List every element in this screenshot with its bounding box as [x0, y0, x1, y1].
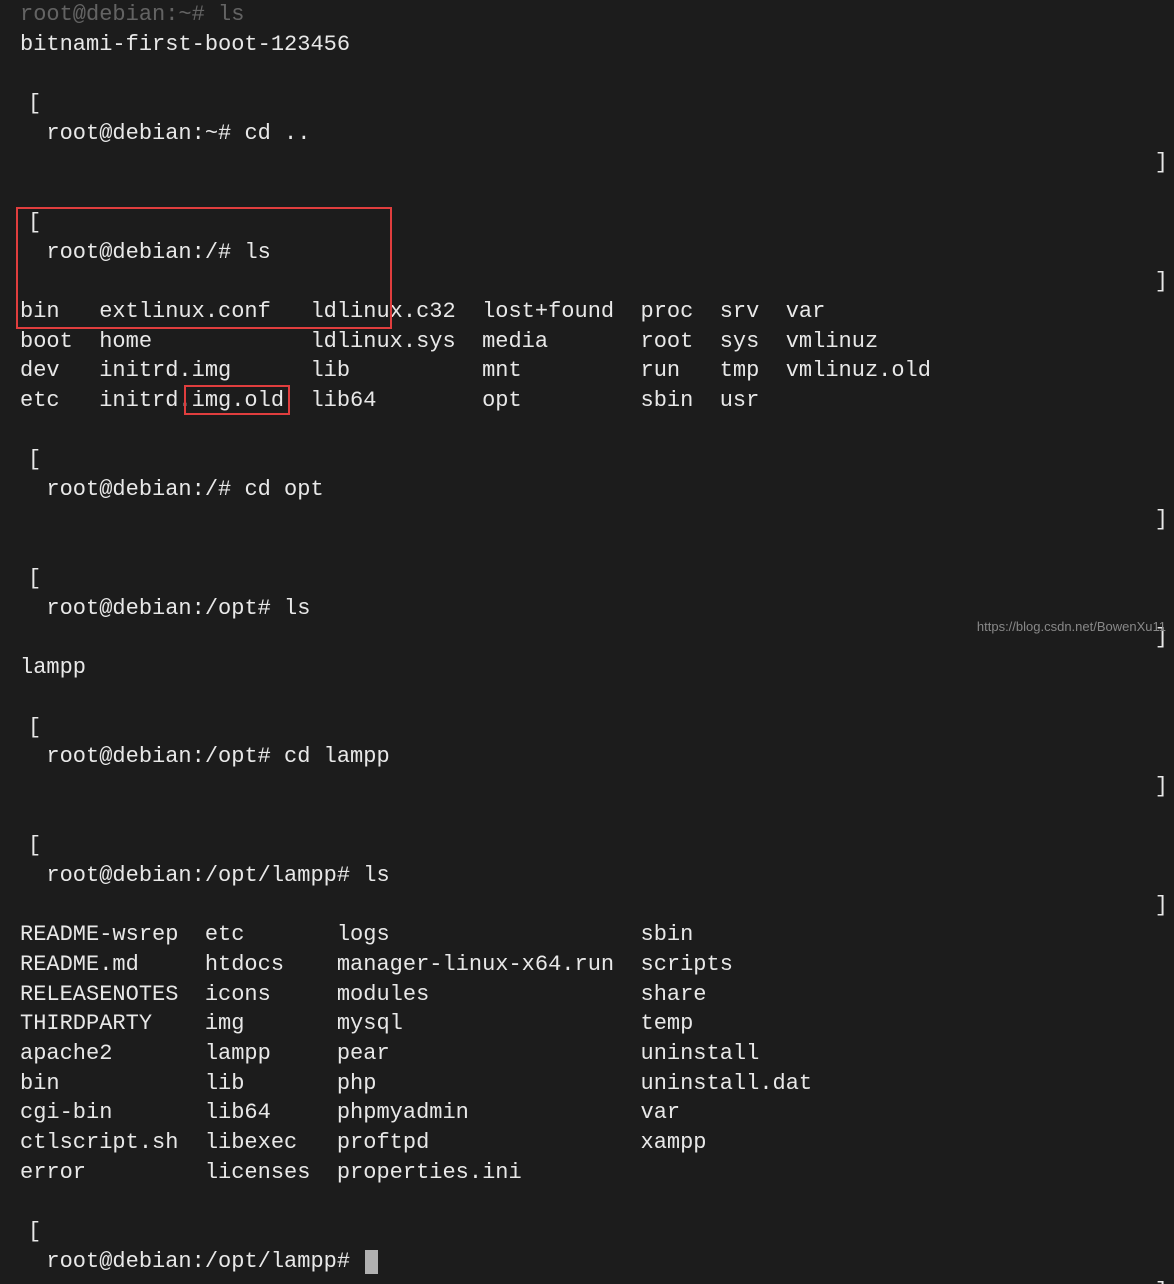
prompt-bracket-left: [: [28, 445, 41, 475]
prompt-bracket-right: ]: [1155, 148, 1168, 178]
terminal-line: [ root@debian:~# cd .. ]: [20, 59, 1174, 178]
terminal-line: [ root@debian:/# ls ]: [20, 178, 1174, 297]
terminal-line: [ root@debian:/opt# cd lampp ]: [20, 683, 1174, 802]
ls-output-line: README.md htdocs manager-linux-x64.run s…: [20, 950, 1174, 980]
ls-output-line: error licenses properties.ini: [20, 1158, 1174, 1188]
watermark-text: https://blog.csdn.net/BowenXu11: [977, 618, 1166, 636]
prompt-text: root@debian:~# cd ..: [46, 121, 310, 146]
prompt-bracket-left: [: [28, 89, 41, 119]
ls-output-line: bin extlinux.conf ldlinux.c32 lost+found…: [20, 297, 1174, 327]
terminal-line: [ root@debian:/# cd opt ]: [20, 416, 1174, 535]
prompt-bracket-left: [: [28, 1217, 41, 1247]
prompt-bracket-left: [: [28, 713, 41, 743]
ls-output-line: THIRDPARTY img mysql temp: [20, 1009, 1174, 1039]
prompt-text: root@debian:/opt# cd lampp: [46, 744, 389, 769]
prompt-bracket-left: [: [28, 564, 41, 594]
prompt-text: root@debian:/opt/lampp#: [46, 1249, 363, 1274]
terminal-line: [ root@debian:/opt/lampp# ls ]: [20, 802, 1174, 921]
ls-output-line: apache2 lampp pear uninstall: [20, 1039, 1174, 1069]
prompt-text: root@debian:/opt# ls: [46, 596, 310, 621]
terminal-line: root@debian:~# ls: [20, 0, 1174, 30]
prompt-bracket-left: [: [28, 831, 41, 861]
ls-output-line: cgi-bin lib64 phpmyadmin var: [20, 1098, 1174, 1128]
prompt-bracket-right: ]: [1155, 267, 1168, 297]
ls-output-line: dev initrd.img lib mnt run tmp vmlinuz.o…: [20, 356, 1174, 386]
prompt-text: root@debian:/opt/lampp# ls: [46, 863, 389, 888]
ls-output-line: ctlscript.sh libexec proftpd xampp: [20, 1128, 1174, 1158]
prompt-bracket-right: ]: [1155, 772, 1168, 802]
prompt-bracket-right: ]: [1155, 1277, 1168, 1284]
cursor-icon: [365, 1250, 378, 1274]
prompt-text: root@debian:/# ls: [46, 240, 270, 265]
ls-output-line: bin lib php uninstall.dat: [20, 1069, 1174, 1099]
terminal-prompt-current[interactable]: [ root@debian:/opt/lampp# ]: [20, 1188, 1174, 1284]
ls-output-line: RELEASENOTES icons modules share: [20, 980, 1174, 1010]
prompt-bracket-right: ]: [1155, 505, 1168, 535]
ls-output-line: boot home ldlinux.sys media root sys vml…: [20, 327, 1174, 357]
ls-output-line: lampp: [20, 653, 1174, 683]
prompt-bracket-right: ]: [1155, 891, 1168, 921]
prompt-text: root@debian:/# cd opt: [46, 477, 323, 502]
prompt-bracket-left: [: [28, 208, 41, 238]
ls-output-line: etc initrd.img.old lib64 opt sbin usr: [20, 386, 1174, 416]
ls-output-line: README-wsrep etc logs sbin: [20, 920, 1174, 950]
terminal-line: bitnami-first-boot-123456: [20, 30, 1174, 60]
